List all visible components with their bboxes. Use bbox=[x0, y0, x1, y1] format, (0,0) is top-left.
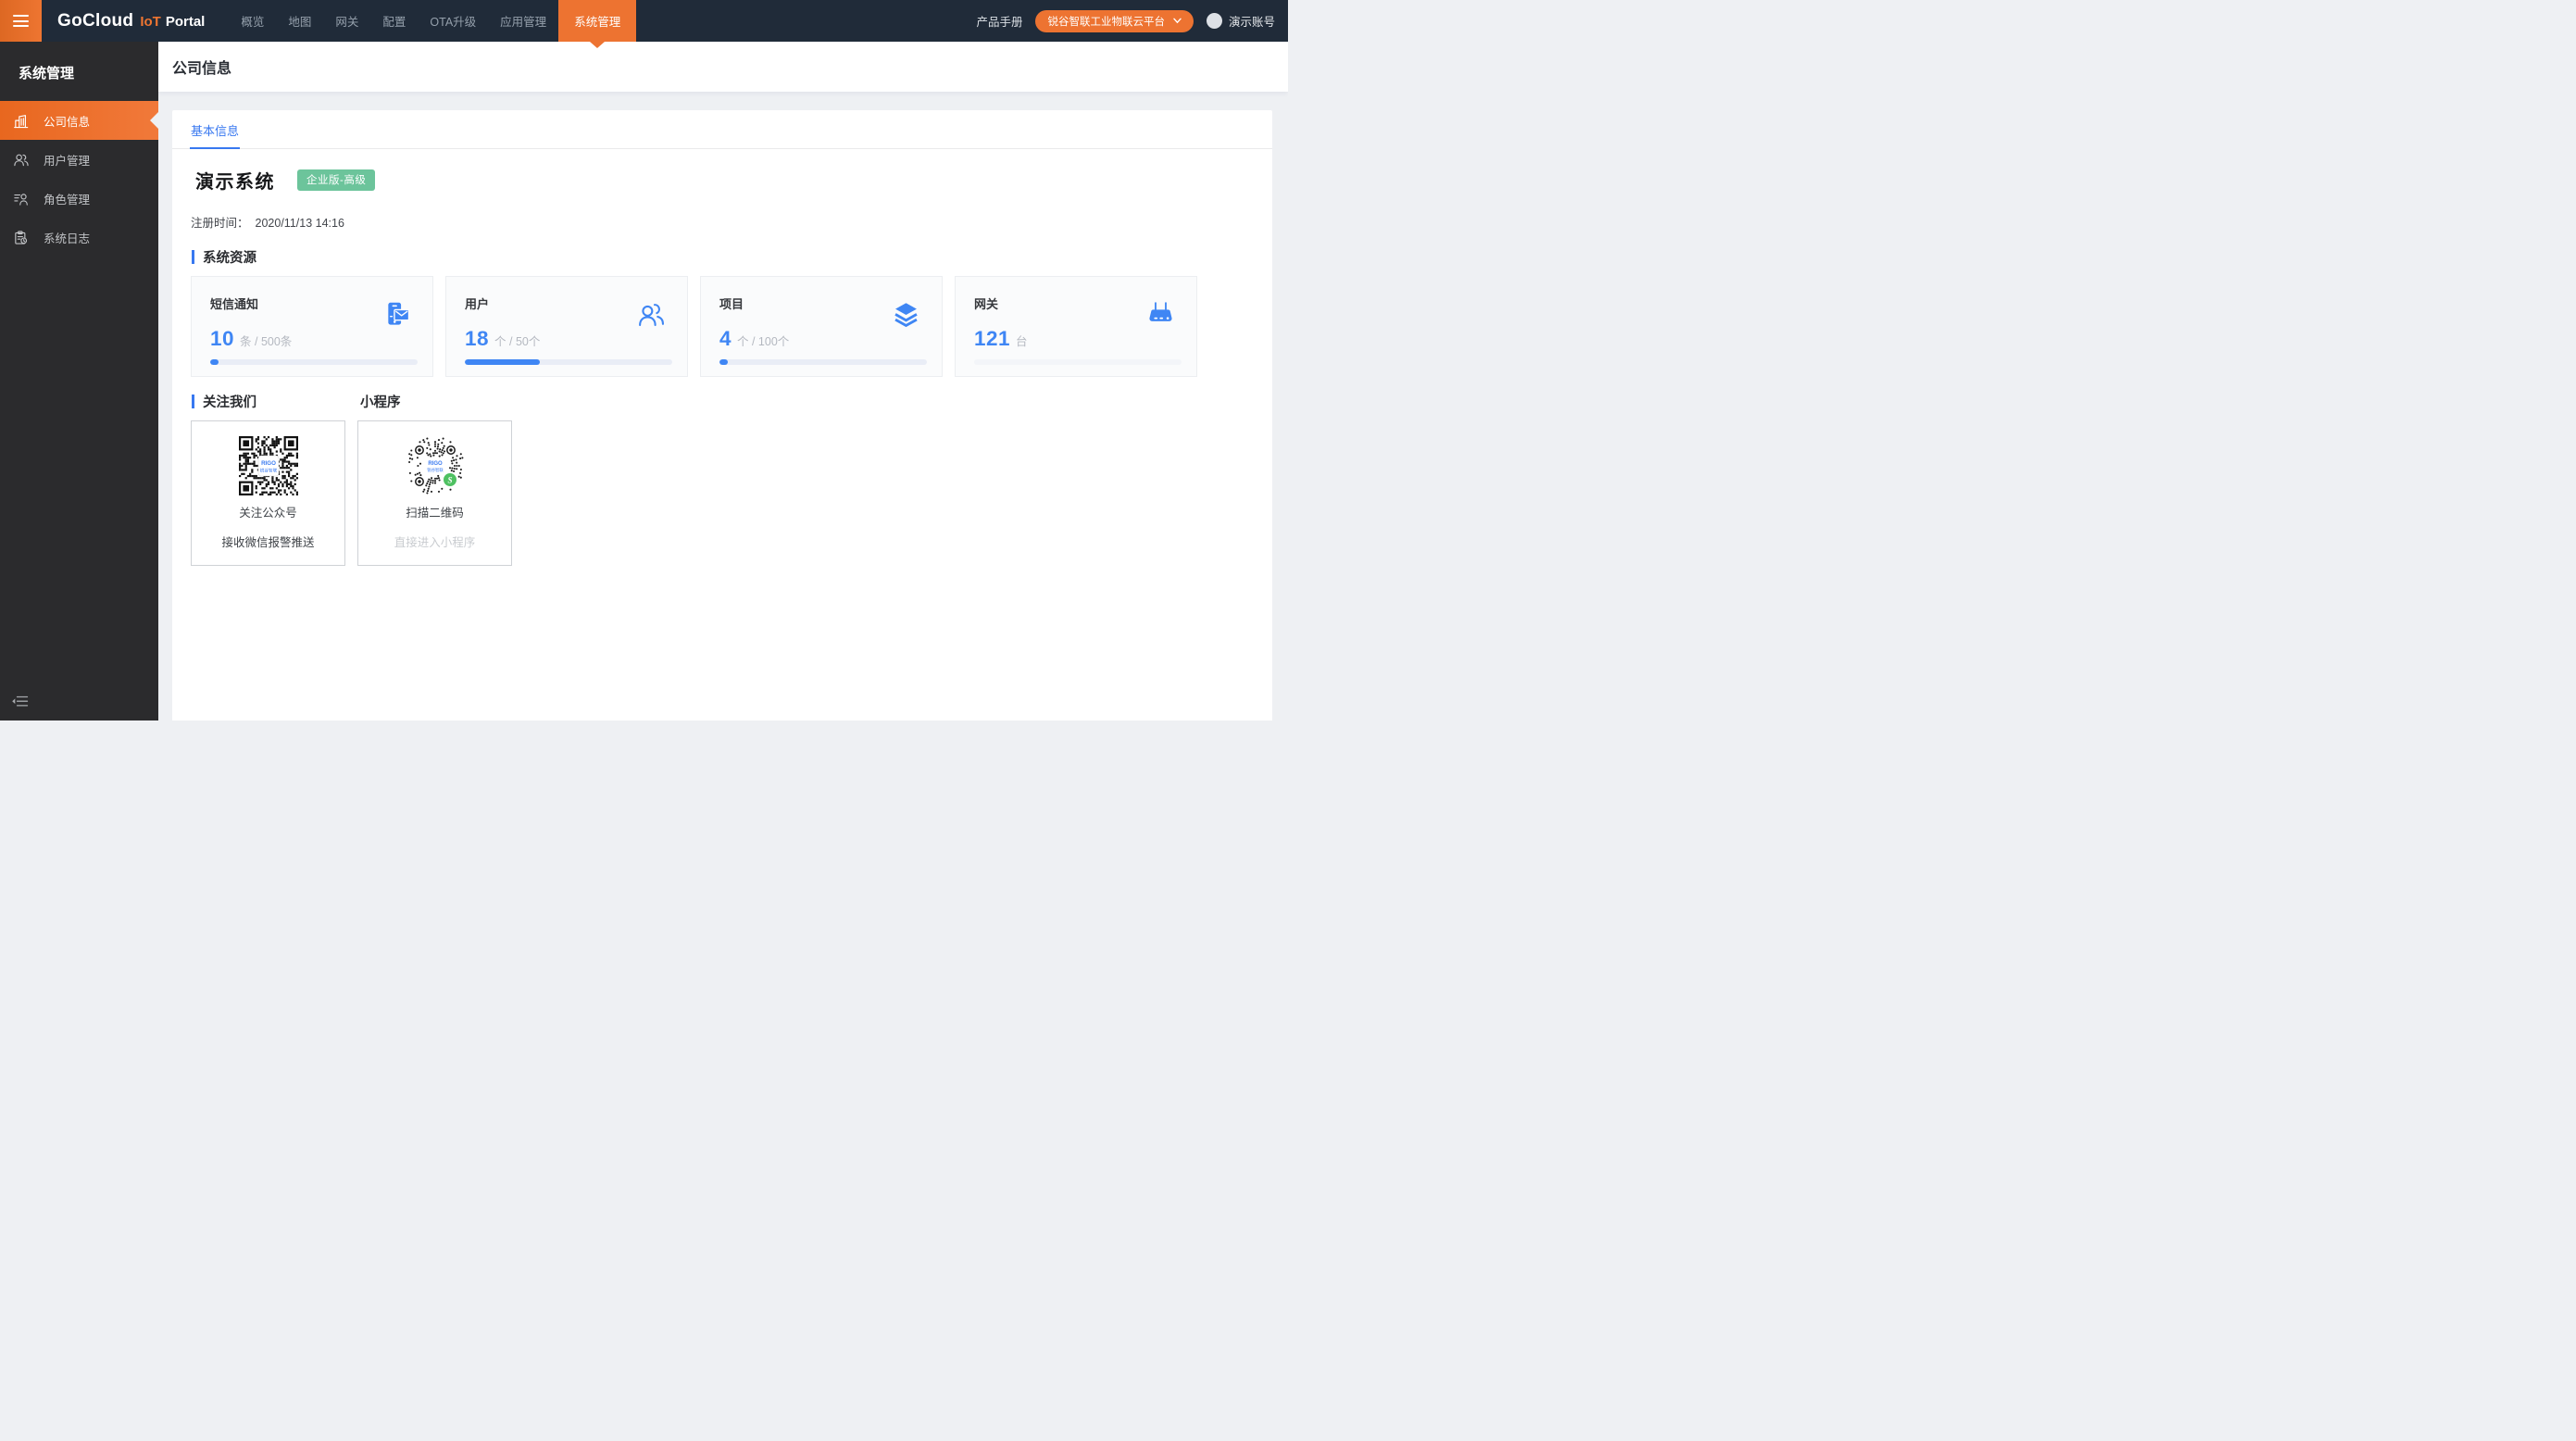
router-icon bbox=[1145, 300, 1176, 331]
log-icon bbox=[13, 230, 29, 245]
qr-caption: 关注公众号 bbox=[192, 503, 344, 520]
progress-bar bbox=[210, 359, 418, 365]
progress-bar bbox=[719, 359, 927, 365]
layers-icon bbox=[891, 300, 921, 331]
sidebar-item-system-log[interactable]: 系统日志 bbox=[0, 218, 158, 257]
users-icon bbox=[13, 152, 29, 168]
sidebar: 系统管理 公司信息 用户管理 bbox=[0, 42, 158, 720]
logo-primary: GoCloud bbox=[57, 11, 133, 31]
nav-item-gateway[interactable]: 网关 bbox=[323, 0, 370, 42]
users-icon bbox=[636, 300, 667, 331]
building-icon bbox=[13, 113, 29, 129]
topbar-right: 产品手册 锐谷智联工业物联云平台 演示账号 bbox=[976, 0, 1288, 42]
menu-toggle-button[interactable] bbox=[0, 0, 42, 42]
sidebar-collapse-button[interactable] bbox=[11, 693, 30, 711]
sms-phone-icon bbox=[381, 300, 412, 331]
nav-item-overview[interactable]: 概览 bbox=[229, 0, 276, 42]
tab-bar: 基本信息 bbox=[172, 110, 1272, 149]
svg-text:RIGO: RIGO bbox=[428, 461, 443, 467]
platform-selector-label: 锐谷智联工业物联云平台 bbox=[1047, 14, 1165, 29]
top-navbar: GoCloud IoT Portal 概览 地图 网关 配置 OTA升级 应用管… bbox=[0, 0, 1288, 42]
app-logo: GoCloud IoT Portal bbox=[57, 11, 205, 31]
tab-basic-info[interactable]: 基本信息 bbox=[190, 110, 240, 149]
sidebar-item-label: 用户管理 bbox=[44, 151, 90, 169]
page-title: 公司信息 bbox=[172, 56, 231, 78]
content: 基本信息 演示系统 企业版-高级 注册时间： 2020/11/13 14:16 系… bbox=[158, 92, 1288, 720]
sidebar-menu: 公司信息 用户管理 角色管理 bbox=[0, 101, 158, 257]
register-time-label: 注册时间： bbox=[191, 217, 249, 230]
resource-card-gateways: 网关 121 台 bbox=[955, 276, 1197, 377]
resources-section-title: 系统资源 bbox=[172, 247, 1272, 267]
avatar[interactable] bbox=[1207, 13, 1222, 29]
role-icon bbox=[13, 191, 29, 207]
svg-text:锐谷智联: 锐谷智联 bbox=[427, 467, 444, 473]
wechat-qr-code: RIGO锐谷智联 bbox=[239, 436, 298, 495]
sidebar-item-user-mgmt[interactable]: 用户管理 bbox=[0, 140, 158, 179]
mini-program-title: 小程序 bbox=[360, 392, 401, 411]
qr-note: 直接进入小程序 bbox=[358, 533, 511, 550]
register-time-row: 注册时间： 2020/11/13 14:16 bbox=[172, 194, 1272, 231]
logo-suffix: Portal bbox=[166, 14, 206, 30]
progress-bar bbox=[974, 359, 1182, 365]
chevron-down-icon bbox=[1173, 18, 1182, 24]
nav-item-system-mgmt[interactable]: 系统管理 bbox=[558, 0, 636, 42]
company-name: 演示系统 bbox=[195, 167, 275, 194]
product-manual-link[interactable]: 产品手册 bbox=[976, 12, 1022, 30]
sidebar-item-label: 角色管理 bbox=[44, 190, 90, 207]
company-info-card: 基本信息 演示系统 企业版-高级 注册时间： 2020/11/13 14:16 系… bbox=[172, 110, 1272, 720]
qr-caption: 扫描二维码 bbox=[358, 503, 511, 520]
account-name: 演示账号 bbox=[1229, 12, 1275, 30]
svg-text:锐谷智联: 锐谷智联 bbox=[259, 468, 277, 474]
sidebar-item-company-info[interactable]: 公司信息 bbox=[0, 101, 158, 140]
sidebar-item-label: 系统日志 bbox=[44, 229, 90, 246]
nav-item-config[interactable]: 配置 bbox=[370, 0, 418, 42]
hamburger-icon bbox=[13, 15, 29, 17]
main-area: 公司信息 基本信息 演示系统 企业版-高级 注册时间： 2020/11/13 14… bbox=[158, 42, 1288, 720]
resource-card-sms: 短信通知 bbox=[191, 276, 433, 377]
plan-badge: 企业版-高级 bbox=[297, 169, 375, 191]
resources-grid: 短信通知 bbox=[172, 276, 1219, 377]
qr-row: RIGO锐谷智联 关注公众号 接收微信报警推送 RIGO锐谷智联S 扫描二维码 … bbox=[172, 420, 1272, 566]
sidebar-item-role-mgmt[interactable]: 角色管理 bbox=[0, 179, 158, 218]
mini-program-qr-code: RIGO锐谷智联S bbox=[406, 436, 465, 495]
logo-accent: IoT bbox=[140, 14, 161, 30]
page-header: 公司信息 bbox=[158, 42, 1288, 92]
qr-section-headers: 关注我们 小程序 bbox=[172, 392, 1272, 411]
follow-us-title: 关注我们 bbox=[192, 392, 360, 411]
wechat-official-qr-card: RIGO锐谷智联 关注公众号 接收微信报警推送 bbox=[191, 420, 345, 566]
svg-text:RIGO: RIGO bbox=[261, 460, 276, 467]
svg-text:S: S bbox=[447, 476, 452, 485]
sidebar-item-label: 公司信息 bbox=[44, 112, 90, 130]
register-time-value: 2020/11/13 14:16 bbox=[256, 217, 344, 230]
top-nav: 概览 地图 网关 配置 OTA升级 应用管理 系统管理 bbox=[229, 0, 636, 42]
qr-note: 接收微信报警推送 bbox=[192, 533, 344, 550]
nav-item-ota[interactable]: OTA升级 bbox=[418, 0, 488, 42]
sidebar-title: 系统管理 bbox=[0, 42, 158, 82]
company-row: 演示系统 企业版-高级 bbox=[172, 149, 1272, 194]
resource-card-projects: 项目 4 个 / 100个 bbox=[700, 276, 943, 377]
section-accent-bar bbox=[192, 395, 194, 408]
nav-item-map[interactable]: 地图 bbox=[276, 0, 323, 42]
progress-bar bbox=[465, 359, 672, 365]
section-accent-bar bbox=[192, 250, 194, 264]
resource-card-users: 用户 18 个 / 50个 bbox=[445, 276, 688, 377]
mini-program-qr-card: RIGO锐谷智联S 扫描二维码 直接进入小程序 bbox=[357, 420, 512, 566]
platform-selector[interactable]: 锐谷智联工业物联云平台 bbox=[1035, 10, 1194, 32]
nav-item-apps[interactable]: 应用管理 bbox=[488, 0, 558, 42]
